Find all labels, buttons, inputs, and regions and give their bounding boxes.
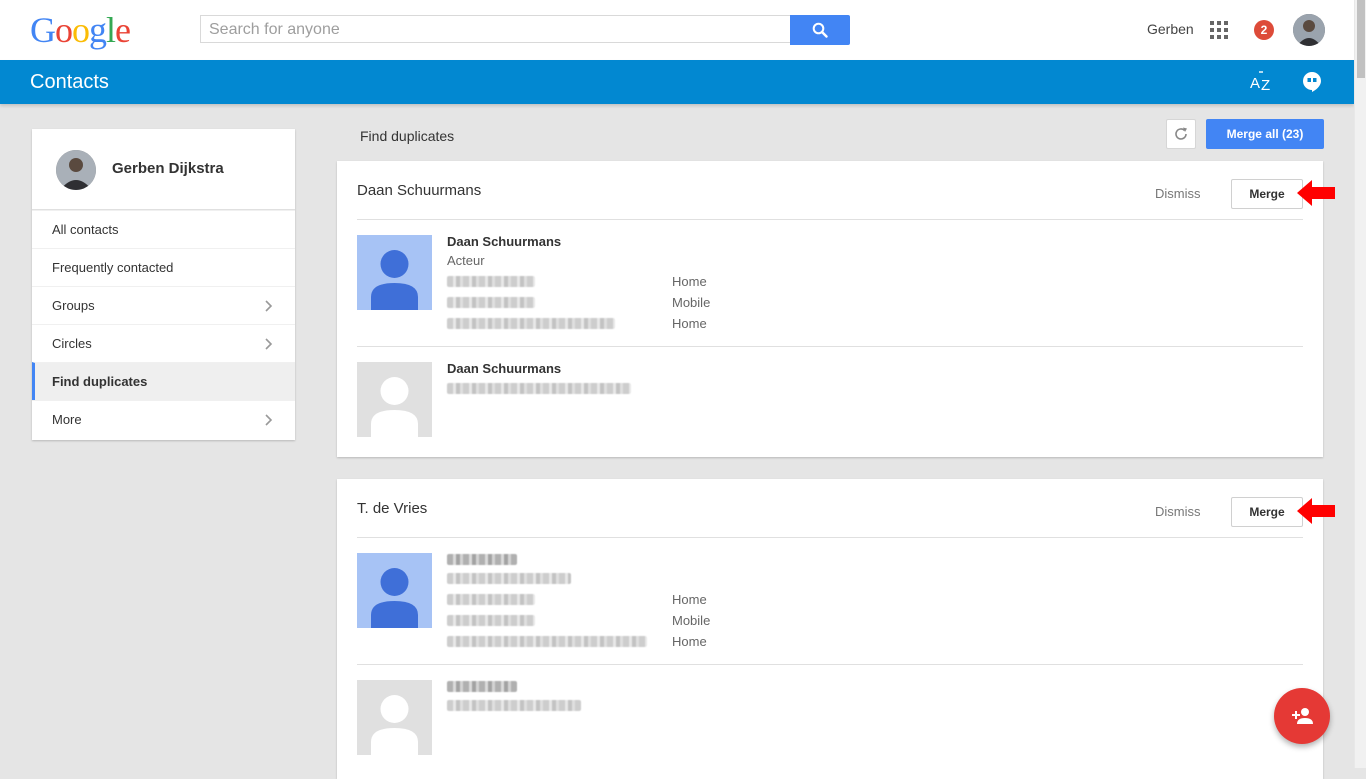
redacted-name[interactable]: [447, 681, 517, 692]
profile-name: Gerben Dijkstra: [112, 160, 224, 177]
redacted-email: [447, 700, 581, 711]
contact-photo[interactable]: [357, 362, 432, 437]
duplicate-group-card: Daan Schuurmans Dismiss Merge Daan Schuu…: [337, 161, 1335, 457]
annotation-arrow-icon: [1297, 498, 1335, 524]
google-logo[interactable]: Google: [30, 10, 131, 50]
sidebar-item-label: Find duplicates: [52, 374, 148, 389]
contact-photo[interactable]: [357, 553, 432, 628]
redacted-email: [447, 573, 571, 584]
chevron-right-icon: [265, 338, 273, 350]
app-title: Contacts: [30, 71, 109, 93]
redacted-phone: [447, 297, 535, 308]
field-type-label: Mobile: [672, 295, 711, 310]
sidebar-item-more[interactable]: More: [32, 400, 295, 438]
redacted-phone: [447, 276, 535, 287]
redacted-email: [447, 383, 631, 394]
redacted-phone: [447, 615, 535, 626]
logo-letter: o: [72, 10, 90, 50]
divider: [357, 219, 1303, 220]
redacted-name[interactable]: [447, 554, 517, 565]
field-type-label: Home: [672, 634, 707, 649]
contact-title: Acteur: [447, 253, 485, 268]
person-placeholder-icon: [371, 250, 418, 310]
sidebar-item-all-contacts[interactable]: All contacts: [32, 210, 295, 248]
sidebar-item-label: Circles: [52, 336, 92, 351]
contact-photo[interactable]: [357, 235, 432, 310]
search-icon: [812, 22, 828, 38]
refresh-button[interactable]: [1166, 119, 1196, 149]
dismiss-button[interactable]: Dismiss: [1155, 504, 1201, 519]
hangouts-icon[interactable]: [1301, 71, 1323, 93]
profile-avatar[interactable]: [56, 150, 96, 190]
sidebar-item-label: More: [52, 412, 82, 427]
merge-button[interactable]: Merge: [1231, 179, 1303, 209]
sidebar-item-find-duplicates[interactable]: Find duplicates: [32, 362, 295, 400]
sidebar-item-label: All contacts: [52, 222, 119, 237]
user-name-link[interactable]: Gerben: [1147, 21, 1194, 37]
user-photo-icon: [56, 150, 96, 190]
contact-name[interactable]: Daan Schuurmans: [447, 361, 561, 376]
field-type-label: Home: [672, 316, 707, 331]
merge-all-button[interactable]: Merge all (23): [1206, 119, 1324, 149]
svg-text:A: A: [1250, 75, 1260, 92]
sidebar-profile: Gerben Dijkstra: [32, 129, 295, 210]
person-placeholder-icon: [371, 377, 418, 437]
redacted-address: [447, 636, 647, 647]
search-input[interactable]: Search for anyone: [200, 15, 790, 43]
person-placeholder-icon: [371, 695, 418, 755]
group-title: Daan Schuurmans: [357, 182, 482, 199]
chevron-right-icon: [265, 414, 273, 426]
page-title: Find duplicates: [360, 128, 455, 144]
divider: [357, 537, 1303, 538]
search-button[interactable]: [790, 15, 850, 45]
sidebar-item-label: Groups: [52, 298, 95, 313]
add-contact-button[interactable]: [1274, 688, 1330, 744]
logo-letter: o: [55, 10, 73, 50]
notification-badge[interactable]: 2: [1254, 20, 1274, 40]
refresh-icon: [1175, 127, 1187, 140]
logo-letter: G: [30, 10, 56, 50]
app-bar: Contacts A Z: [0, 60, 1354, 104]
logo-letter: l: [106, 10, 116, 50]
merge-button[interactable]: Merge: [1231, 497, 1303, 527]
contact-name[interactable]: Daan Schuurmans: [447, 234, 561, 249]
sidebar-item-groups[interactable]: Groups: [32, 286, 295, 324]
duplicate-group-card: T. de Vries Dismiss Merge Home Mobile Ho…: [337, 479, 1335, 779]
field-type-label: Mobile: [672, 613, 711, 628]
annotation-arrow-icon: [1297, 180, 1335, 206]
divider: [357, 664, 1303, 665]
chevron-right-icon: [265, 300, 273, 312]
group-title: T. de Vries: [357, 500, 428, 517]
top-bar: Google Search for anyone Gerben 2: [0, 0, 1354, 60]
redacted-address: [447, 318, 615, 329]
field-type-label: Home: [672, 274, 707, 289]
scrollbar-thumb[interactable]: [1357, 0, 1365, 78]
sidebar: Gerben Dijkstra All contacts Frequently …: [32, 129, 295, 440]
field-type-label: Home: [672, 592, 707, 607]
account-avatar[interactable]: [1293, 14, 1325, 46]
sidebar-item-label: Frequently contacted: [52, 260, 174, 275]
person-placeholder-icon: [371, 568, 418, 628]
sort-az-icon[interactable]: A Z: [1249, 69, 1275, 95]
logo-letter: g: [89, 10, 107, 50]
apps-grid-icon[interactable]: [1210, 21, 1228, 39]
sidebar-item-circles[interactable]: Circles: [32, 324, 295, 362]
svg-text:Z: Z: [1261, 77, 1270, 94]
divider: [357, 346, 1303, 347]
dismiss-button[interactable]: Dismiss: [1155, 186, 1201, 201]
contact-photo[interactable]: [357, 680, 432, 755]
sidebar-item-frequently-contacted[interactable]: Frequently contacted: [32, 248, 295, 286]
person-add-icon: [1292, 708, 1313, 724]
user-photo-icon: [1293, 14, 1325, 46]
logo-letter: e: [115, 10, 131, 50]
page-scrollbar[interactable]: [1354, 0, 1366, 768]
redacted-phone: [447, 594, 535, 605]
